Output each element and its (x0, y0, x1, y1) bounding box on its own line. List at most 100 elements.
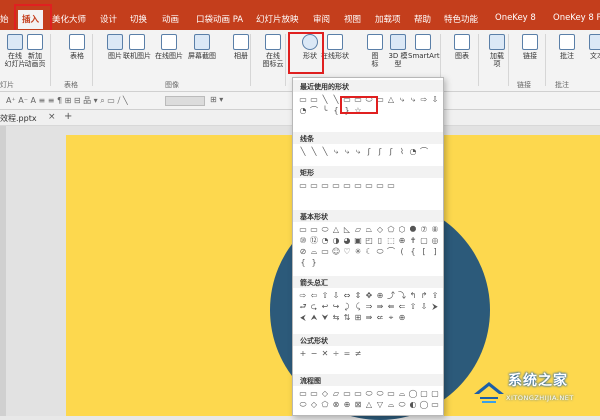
shape-option[interactable]: ⑦ (419, 225, 429, 235)
shape-option[interactable]: ▢ (419, 389, 429, 399)
shape-option[interactable]: ⤵ (397, 291, 407, 301)
format-icons-2[interactable]: ⊞ ▾ (210, 95, 223, 104)
shape-option[interactable]: ▯ (375, 236, 385, 246)
shape-option[interactable]: ≠ (353, 349, 363, 359)
shape-option[interactable]: ] (430, 247, 440, 257)
shape-option[interactable]: ▭ (430, 400, 440, 410)
shape-option[interactable]: ⇩ (419, 302, 429, 312)
shape-option[interactable]: ◇ (375, 225, 385, 235)
shape-option[interactable]: ⤷ (408, 95, 418, 105)
shape-option[interactable]: ◔ (408, 147, 418, 157)
shape-option[interactable]: ⇍ (375, 313, 385, 323)
shape-option[interactable]: ⤷ (353, 147, 363, 157)
shape-option[interactable]: ⇧ (320, 291, 330, 301)
shape-option[interactable]: ⊞ (353, 313, 363, 323)
shape-option[interactable]: ⬚ (386, 236, 396, 246)
online-shapes-button[interactable]: 在线形状 (320, 34, 350, 60)
shape-option[interactable]: ▭ (386, 389, 396, 399)
add-tab-icon[interactable]: + (64, 111, 72, 122)
shape-option[interactable]: ◯ (419, 400, 429, 410)
shape-option[interactable]: } (309, 258, 319, 268)
tab-7[interactable]: 幻灯片放映 (256, 13, 299, 25)
shape-option[interactable]: ⊕ (342, 400, 352, 410)
shape-option[interactable]: ▭ (342, 389, 352, 399)
shape-option[interactable]: ⬭ (364, 389, 374, 399)
shape-option[interactable]: ⮎ (309, 302, 319, 312)
shape-option[interactable]: ÷ (331, 349, 341, 359)
link-button[interactable]: 链接 (515, 34, 545, 60)
shape-option[interactable]: [ (419, 247, 429, 257)
shape-option[interactable]: ⬭ (375, 247, 385, 257)
tab-6[interactable]: 口袋动画 PA (196, 13, 243, 25)
tab-9[interactable]: 视图 (344, 13, 361, 25)
tab-10[interactable]: 加载项 (375, 13, 401, 25)
shape-option[interactable]: ⇩ (430, 95, 440, 105)
shape-option[interactable]: ⇧ (408, 302, 418, 312)
shape-option[interactable]: ▭ (342, 181, 352, 191)
shape-option[interactable]: ◇ (320, 389, 330, 399)
shape-option[interactable]: ╰ (320, 106, 330, 116)
shape-option[interactable]: ◐ (408, 400, 418, 410)
tab-3[interactable]: 设计 (100, 13, 117, 25)
shape-option[interactable]: ⮜ (298, 313, 308, 323)
shape-option[interactable]: ◰ (364, 236, 374, 246)
shape-option[interactable]: △ (364, 400, 374, 410)
online-image-button[interactable]: 在线图片 (154, 34, 184, 60)
shape-option[interactable]: ◔ (320, 236, 330, 246)
shape-option[interactable]: ╲ (320, 95, 330, 105)
shape-option[interactable]: ╲ (320, 147, 330, 157)
shape-option[interactable]: ⤴ (386, 291, 396, 301)
tab-5[interactable]: 动画 (162, 13, 179, 25)
shape-option[interactable]: ⌖ (386, 313, 396, 323)
shape-option[interactable]: ⤷ (342, 147, 352, 157)
thumbnail-strip[interactable] (0, 126, 6, 416)
shape-option[interactable]: ▱ (353, 225, 363, 235)
shape-option[interactable]: + (298, 349, 308, 359)
shape-option[interactable]: = (342, 349, 352, 359)
shape-option[interactable]: ⤹ (353, 302, 363, 312)
shape-option[interactable]: ▢ (430, 389, 440, 399)
chart-button[interactable]: 图表 (447, 34, 477, 60)
smartart-button[interactable]: SmartArt (408, 34, 440, 60)
font-size-box[interactable] (165, 96, 205, 106)
shape-option[interactable]: ⇦ (309, 291, 319, 301)
shape-option[interactable]: ⬭ (397, 400, 407, 410)
tab-13[interactable]: OneKey 8 (495, 13, 536, 23)
shape-option[interactable]: ⊗ (331, 400, 341, 410)
shape-option[interactable]: △ (331, 225, 341, 235)
shape-option[interactable]: ↪ (331, 302, 341, 312)
shape-option[interactable]: ⊕ (375, 291, 385, 301)
online-picture-button[interactable]: 联机图片 (122, 34, 152, 60)
shape-option[interactable]: ⊕ (397, 236, 407, 246)
shape-option[interactable]: ▭ (298, 225, 308, 235)
shape-option[interactable]: ⌓ (309, 247, 319, 257)
shape-option[interactable]: ( (397, 247, 407, 257)
tab-4[interactable]: 切换 (130, 13, 147, 25)
format-icons[interactable]: A⁺ A⁻ A ≡ ≡ ¶ ⊞ ⊟ 品 ▾ ⌕ ▭ ⧸ ╲ (6, 95, 128, 106)
shape-option[interactable]: ⇛ (375, 302, 385, 312)
shape-option[interactable]: ◕ (342, 236, 352, 246)
shape-option[interactable]: ⇨ (419, 95, 429, 105)
shape-option[interactable]: ╲ (298, 147, 308, 157)
shape-option[interactable]: ▱ (331, 389, 341, 399)
shape-option[interactable]: ◑ (331, 236, 341, 246)
shape-option[interactable]: ⌒ (386, 247, 396, 257)
shape-option[interactable]: ⬠ (320, 400, 330, 410)
tab-2[interactable]: 美化大师 (52, 13, 86, 25)
tab-12[interactable]: 特色功能 (444, 13, 478, 25)
shape-option[interactable]: ▭ (298, 95, 308, 105)
shape-option[interactable]: ⑧ (430, 225, 440, 235)
shape-option[interactable]: ▭ (331, 181, 341, 191)
shape-option[interactable]: ⮝ (309, 313, 319, 323)
shape-option[interactable]: ⌓ (397, 389, 407, 399)
shape-option[interactable]: ▭ (298, 389, 308, 399)
text-button[interactable]: 文本 (582, 34, 600, 60)
shape-option[interactable]: ▭ (309, 389, 319, 399)
shape-option[interactable]: ╲ (309, 147, 319, 157)
shape-option[interactable]: ⏢ (364, 225, 374, 235)
comment-button[interactable]: 批注 (552, 34, 582, 60)
shape-option[interactable]: ▭ (309, 225, 319, 235)
album-button[interactable]: 相册 (226, 34, 256, 60)
shape-option[interactable]: ⇪ (430, 291, 440, 301)
shape-option[interactable]: ▭ (364, 181, 374, 191)
